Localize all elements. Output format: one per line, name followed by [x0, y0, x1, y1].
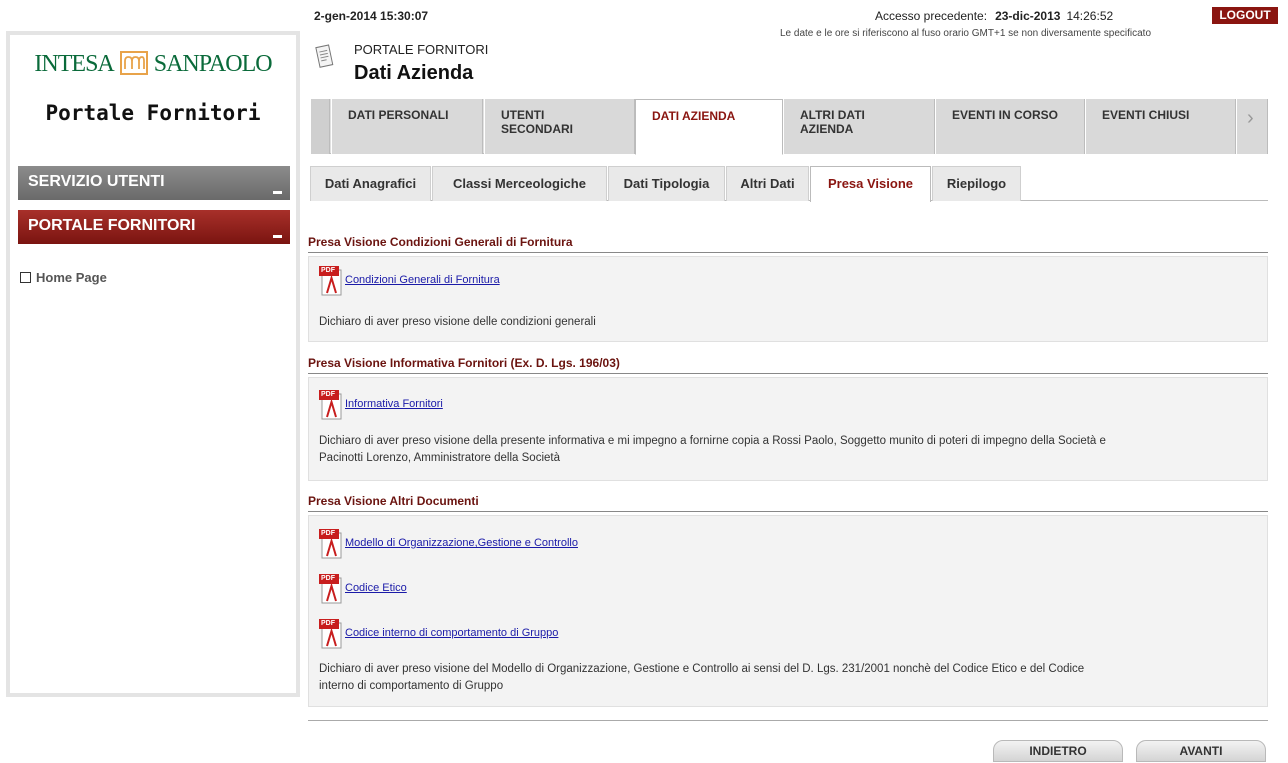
sidebar: INTESA SANPAOLO Portale Fornitori SERVIZI…: [6, 31, 300, 697]
tab-label-line2: AZIENDA: [800, 122, 854, 136]
pdf-icon: PDF: [319, 529, 343, 559]
pdf-icon: PDF: [319, 574, 343, 604]
subtab-dati-tipologia[interactable]: Dati Tipologia: [608, 166, 725, 201]
current-datetime: 2-gen-2014 15:30:07: [314, 9, 429, 23]
document-item: PDF Codice Etico: [319, 574, 407, 604]
doc-link-codice-etico[interactable]: Codice Etico: [345, 582, 407, 594]
logo-mark-icon: [119, 51, 148, 75]
doc-link-condizioni-generali[interactable]: Condizioni Generali di Fornitura: [345, 274, 500, 286]
caret-down-icon: [273, 191, 282, 194]
brand-name-right: SANPAOLO: [153, 51, 273, 77]
pdf-icon-label: PDF: [321, 530, 335, 537]
caret-down-icon: [273, 235, 282, 238]
pdf-icon-label: PDF: [321, 267, 335, 274]
tab-dati-azienda[interactable]: DATI AZIENDA: [635, 99, 783, 155]
menu-portale-fornitori[interactable]: PORTALE FORNITORI: [18, 210, 290, 244]
doc-link-codice-interno[interactable]: Codice interno di comportamento di Grupp…: [345, 627, 558, 639]
main-tabs: DATI PERSONALI UTENTI SECONDARI DATI AZI…: [310, 99, 1268, 155]
back-button[interactable]: INDIETRO: [993, 740, 1123, 762]
last-access-label: Accesso precedente:: [875, 9, 988, 23]
subtab-dati-anagrafici[interactable]: Dati Anagrafici: [310, 166, 431, 201]
declaration-line: Dichiaro di aver preso visione del Model…: [319, 663, 1085, 675]
document-item: PDF Condizioni Generali di Fornitura: [319, 266, 500, 296]
last-access-time: 14:26:52: [1066, 9, 1114, 23]
tab-label: DATI AZIENDA: [652, 109, 736, 123]
tab-label: EVENTI CHIUSI: [1102, 108, 1190, 122]
footer-separator: [308, 720, 1268, 721]
pdf-icon: PDF: [319, 266, 343, 296]
next-button[interactable]: AVANTI: [1136, 740, 1266, 762]
declaration-text: Dichiaro di aver preso visione delle con…: [319, 316, 596, 328]
section-title: Presa Visione Condizioni Generali di For…: [308, 235, 1268, 253]
pdf-icon: PDF: [319, 619, 343, 649]
section-box: PDF Informativa Fornitori Dichiaro di av…: [308, 377, 1268, 481]
tab-utenti-secondari[interactable]: UTENTI SECONDARI: [484, 99, 635, 154]
document-item: PDF Codice interno di comportamento di G…: [319, 619, 558, 649]
subtab-presa-visione[interactable]: Presa Visione: [810, 166, 931, 202]
pdf-icon: PDF: [319, 390, 343, 420]
declaration-text: Dichiaro di aver preso visione del Model…: [319, 661, 1084, 695]
tab-altri-dati-azienda[interactable]: ALTRI DATI AZIENDA: [783, 99, 935, 154]
brand-name-left: INTESA: [34, 51, 114, 77]
last-access-date: 23-dic-2013: [995, 9, 1061, 23]
menu-servizio-utenti[interactable]: SERVIZIO UTENTI: [18, 166, 290, 200]
section-box: PDF Condizioni Generali di Fornitura Dic…: [308, 256, 1268, 342]
sidebar-item-home-page[interactable]: Home Page: [20, 270, 107, 285]
page-title: Dati Azienda: [354, 62, 474, 84]
pdf-icon-label: PDF: [321, 575, 335, 582]
tabs-next-arrow-icon[interactable]: ›: [1236, 99, 1268, 154]
tab-label-line2: SECONDARI: [501, 122, 574, 136]
square-bullet-icon: [20, 272, 31, 283]
doc-link-informativa-fornitori[interactable]: Informativa Fornitori: [345, 398, 443, 410]
menu-portale-fornitori-label: PORTALE FORNITORI: [28, 217, 196, 234]
subtab-classi-merceologiche[interactable]: Classi Merceologiche: [432, 166, 607, 201]
document-icon: [314, 44, 336, 73]
tabs-left-spacer: [310, 99, 330, 154]
tab-label: ALTRI DATI: [800, 108, 865, 122]
tab-eventi-in-corso[interactable]: EVENTI IN CORSO: [935, 99, 1085, 154]
brand-logo: INTESA SANPAOLO: [10, 51, 296, 78]
logout-button[interactable]: LOGOUT: [1212, 7, 1278, 24]
pdf-icon-label: PDF: [321, 620, 335, 627]
tab-eventi-chiusi[interactable]: EVENTI CHIUSI: [1085, 99, 1236, 154]
timezone-note: Le date e le ore si riferiscono al fuso …: [780, 28, 1152, 39]
section-title: Presa Visione Altri Documenti: [308, 494, 1268, 512]
declaration-line: Pacinotti Lorenzo, Amministratore della …: [319, 452, 560, 464]
breadcrumb: PORTALE FORNITORI: [354, 42, 489, 57]
declaration-text: Dichiaro di aver preso visione della pre…: [319, 433, 1106, 467]
tab-dati-personali[interactable]: DATI PERSONALI: [331, 99, 483, 154]
pdf-icon-label: PDF: [321, 391, 335, 398]
section-title: Presa Visione Informativa Fornitori (Ex.…: [308, 356, 1268, 374]
section-box: PDF Modello di Organizzazione,Gestione e…: [308, 515, 1268, 707]
portal-name: Portale Fornitori: [45, 101, 261, 125]
declaration-line: interno di comportamento di Gruppo: [319, 680, 504, 692]
declaration-line: Dichiaro di aver preso visione della pre…: [319, 435, 1106, 447]
subtab-altri-dati[interactable]: Altri Dati: [726, 166, 809, 201]
doc-link-modello-organizzazione[interactable]: Modello di Organizzazione,Gestione e Con…: [345, 537, 578, 549]
tab-label: DATI PERSONALI: [348, 108, 449, 122]
document-item: PDF Informativa Fornitori: [319, 390, 443, 420]
subtab-riepilogo[interactable]: Riepilogo: [932, 166, 1021, 201]
home-page-label: Home Page: [36, 270, 107, 285]
sub-tabs: Dati Anagrafici Classi Merceologiche Dat…: [310, 166, 1268, 202]
document-item: PDF Modello di Organizzazione,Gestione e…: [319, 529, 578, 559]
last-access: Accesso precedente: 23-dic-2013 14:26:52: [875, 9, 1113, 23]
tab-label: UTENTI: [501, 108, 545, 122]
tab-label: EVENTI IN CORSO: [952, 108, 1059, 122]
menu-servizio-utenti-label: SERVIZIO UTENTI: [28, 173, 165, 190]
